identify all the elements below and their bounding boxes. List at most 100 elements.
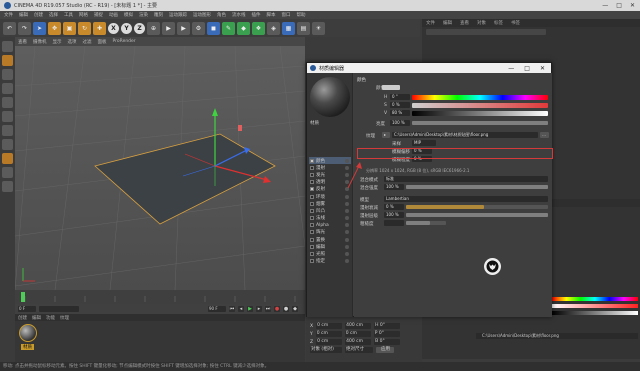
spline-pen-icon[interactable]: ✎ [222, 21, 235, 35]
light-icon[interactable]: ☀ [312, 21, 325, 35]
sampling-dropdown[interactable]: MIP [412, 140, 436, 146]
saturation-field[interactable]: 0 % [390, 102, 410, 108]
tab-view[interactable]: 查看 [460, 20, 469, 26]
channel-checkbox[interactable] [310, 237, 314, 242]
enable-axis-icon[interactable] [1, 139, 13, 150]
channel-checkbox[interactable] [310, 180, 314, 185]
menu-item[interactable]: 帮助 [297, 12, 306, 18]
tab-file[interactable]: 文件 [426, 20, 435, 26]
make-editable-icon[interactable] [1, 41, 13, 52]
render-picture-viewer-icon[interactable]: ▶ [177, 21, 190, 35]
channel-item[interactable]: 指定 [309, 258, 351, 265]
tab-edit[interactable]: 编辑 [443, 20, 452, 26]
menu-item[interactable]: 雕刻 [154, 12, 163, 18]
mix-strength-slider[interactable] [406, 185, 548, 189]
channel-checkbox[interactable] [310, 187, 314, 192]
size-y-field[interactable]: 0 cm [344, 331, 371, 337]
menu-item[interactable]: 运动图形 [193, 12, 211, 18]
channel-item[interactable]: 光照 [309, 250, 351, 257]
y-axis-lock-button[interactable]: Y [121, 22, 132, 34]
minimize-button[interactable]: — [602, 2, 608, 9]
position-y-field[interactable]: 0 cm [315, 331, 342, 337]
brightness-field[interactable]: 100 % [390, 120, 410, 126]
mix-strength-field[interactable]: 100 % [384, 184, 404, 190]
value-gradient-bar[interactable] [552, 311, 638, 315]
dialog-minimize-button[interactable]: — [508, 65, 514, 72]
menu-item[interactable]: 编辑 [19, 12, 28, 18]
saturation-gradient-slider[interactable] [412, 102, 548, 108]
mm-texture-menu[interactable]: 纹理 [60, 315, 69, 321]
hue-gradient-bar[interactable] [552, 297, 638, 301]
viewport-menu-item[interactable]: 选项 [68, 39, 77, 45]
play-button[interactable]: ▶ [247, 306, 253, 312]
scale-icon[interactable]: ▣ [63, 21, 76, 35]
channel-checkbox[interactable] [310, 223, 314, 228]
coordinate-system-icon[interactable]: ⊕ [147, 21, 160, 35]
channel-checkbox[interactable] [310, 230, 314, 235]
mm-edit-menu[interactable]: 编辑 [32, 315, 41, 321]
maximize-button[interactable]: □ [616, 2, 622, 9]
goto-start-icon[interactable]: ⏮ [229, 306, 235, 312]
menu-item[interactable]: 捕捉 [94, 12, 103, 18]
viewport-menu-item[interactable]: 过滤 [83, 39, 92, 45]
start-frame-field[interactable]: 0 F [18, 306, 36, 312]
size-x-field[interactable]: 400 cm [345, 323, 372, 329]
x-axis-lock-button[interactable]: X [108, 22, 119, 34]
prev-key-icon[interactable]: ◂ [238, 306, 244, 312]
channel-checkbox[interactable] [310, 165, 314, 170]
viewport-menu-item[interactable]: 查看 [18, 39, 27, 45]
channel-item[interactable]: 环境 [309, 193, 351, 200]
menu-item[interactable]: 选择 [49, 12, 58, 18]
viewport-menu-item[interactable]: 面板 [98, 39, 107, 45]
menu-item[interactable]: 文件 [4, 12, 13, 18]
mix-mode-dropdown[interactable]: 标准 [384, 176, 548, 182]
mm-function-menu[interactable]: 功能 [46, 315, 55, 321]
rotation-h-field[interactable]: H 0° [374, 323, 401, 329]
dialog-close-button[interactable]: ✕ [540, 65, 545, 72]
goto-end-icon[interactable]: ⏭ [265, 306, 271, 312]
record-icon[interactable]: ● [274, 306, 280, 312]
channel-checkbox[interactable] [310, 208, 314, 213]
color-section-header[interactable]: 颜色 [357, 77, 366, 83]
dialog-title-bar[interactable]: 材质编辑器 — □ ✕ [307, 63, 551, 73]
menu-item[interactable]: 流水线 [232, 12, 246, 18]
texture-path-field[interactable]: C:\Users\Admin\Desktop\素材\材质贴图\floor.png [392, 132, 538, 138]
value-field[interactable]: 80 % [390, 110, 410, 116]
channel-checkbox[interactable] [310, 201, 314, 206]
redo-icon[interactable]: ↷ [18, 21, 31, 35]
texture-mode-icon[interactable] [1, 69, 13, 80]
cube-icon[interactable]: ◼ [207, 21, 220, 35]
polygons-mode-icon[interactable] [1, 125, 13, 136]
channel-item[interactable]: 法线 [309, 215, 351, 222]
apply-button[interactable]: 应用 [376, 347, 394, 353]
hue-gradient-slider[interactable] [412, 94, 548, 100]
hue-field[interactable]: 0 ° [390, 94, 410, 100]
tab-object[interactable]: 对象 [477, 20, 486, 26]
model-mode-icon[interactable] [1, 55, 13, 66]
live-select-icon[interactable]: ➤ [33, 21, 46, 35]
menu-item[interactable]: 工具 [64, 12, 73, 18]
roughness-field[interactable] [384, 220, 404, 226]
channel-item[interactable]: 凹凸 [309, 207, 351, 214]
texture-menu-button[interactable]: ▸ [382, 132, 390, 138]
timeline-playhead[interactable] [21, 292, 25, 302]
channel-checkbox[interactable] [310, 244, 314, 249]
channel-checkbox[interactable] [310, 158, 314, 163]
subdivision-icon[interactable]: ◆ [237, 21, 250, 35]
snap-icon[interactable] [1, 153, 13, 164]
position-x-field[interactable]: 0 cm [316, 323, 343, 329]
deformer-icon[interactable]: ◈ [267, 21, 280, 35]
tab-tags[interactable]: 标签 [494, 20, 503, 26]
texture-browse-button[interactable]: … [540, 132, 549, 138]
menu-item[interactable]: 创建 [34, 12, 43, 18]
size-mode-dropdown[interactable]: 绝对尺寸 [345, 347, 373, 353]
menu-item[interactable]: 动画 [109, 12, 118, 18]
value-gradient-slider[interactable] [412, 110, 548, 116]
perspective-viewport[interactable] [15, 46, 305, 290]
channel-item[interactable]: Alpha [309, 222, 351, 229]
workplane-icon[interactable] [1, 83, 13, 94]
viewport-menu-item[interactable]: 显示 [53, 39, 62, 45]
viewport-menu-item[interactable]: 摄像机 [33, 39, 47, 45]
render-settings-icon[interactable]: ⚙ [192, 21, 205, 35]
z-axis-lock-button[interactable]: Z [134, 22, 145, 34]
